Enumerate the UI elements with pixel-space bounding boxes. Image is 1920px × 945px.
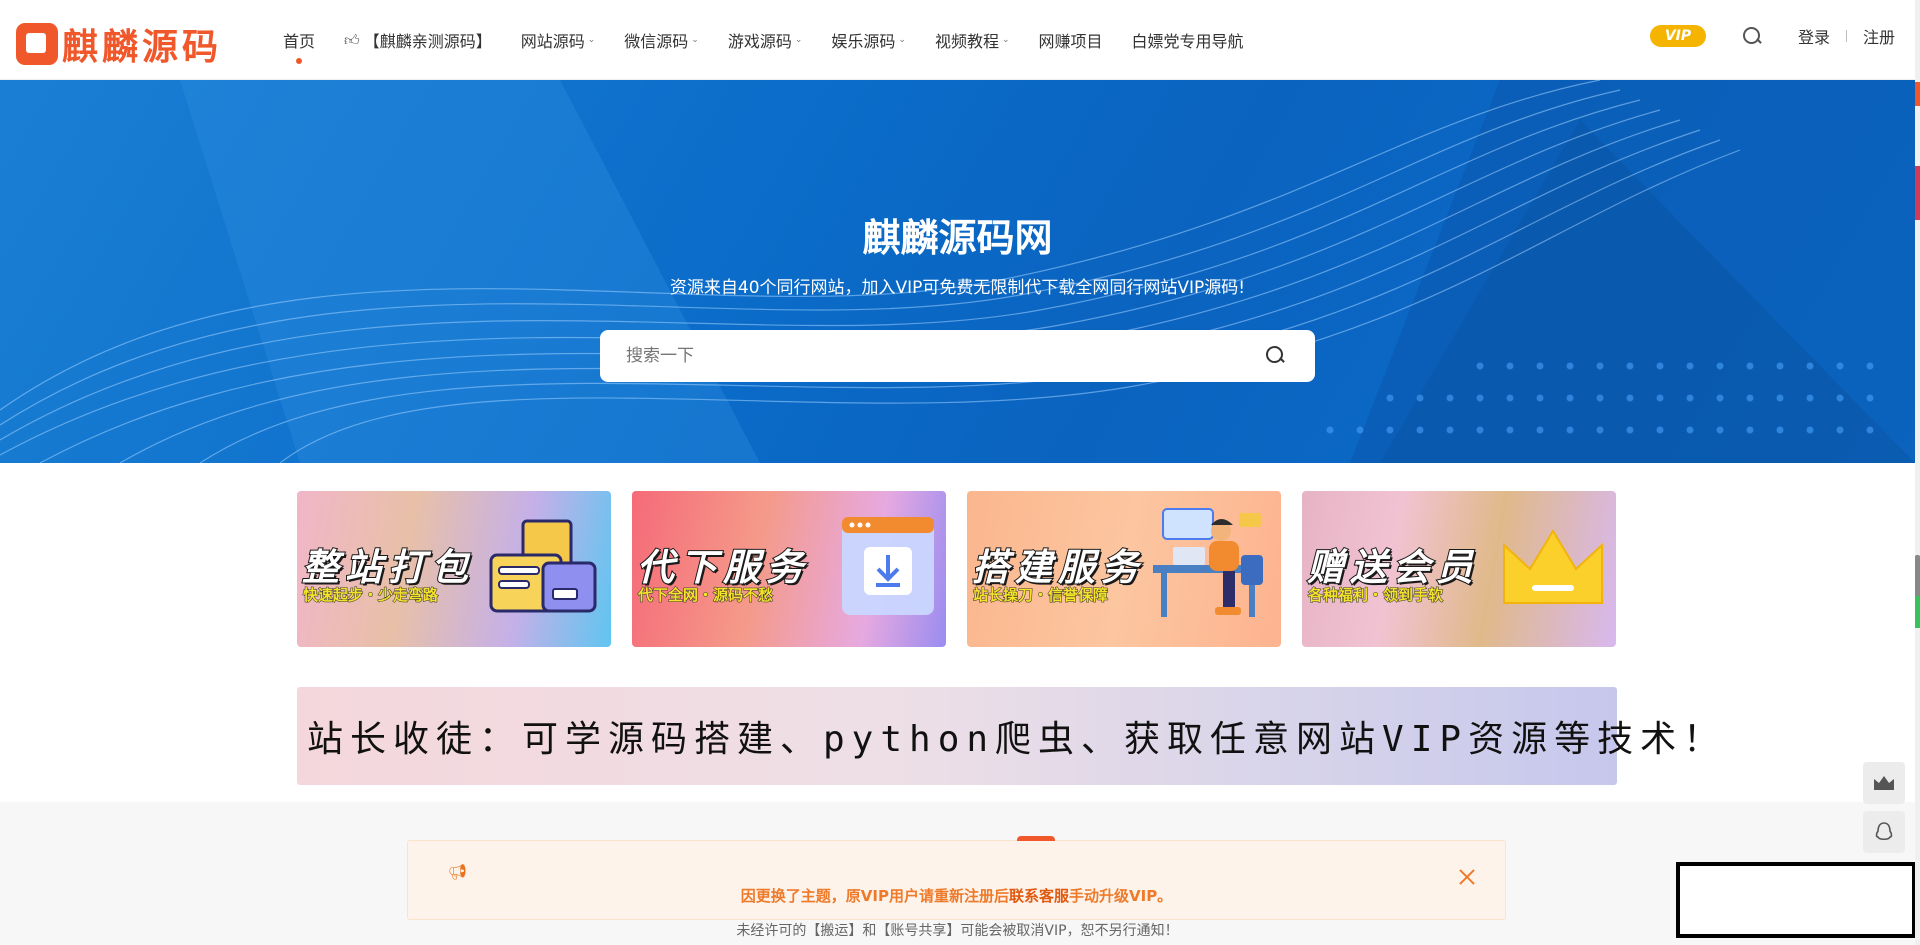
qq-float-button[interactable]	[1863, 811, 1905, 853]
nav-item-tested-source[interactable]: 👍︎ 【麒麟亲测源码】	[344, 28, 492, 52]
notice-bar: 📢︎ 因更换了主题，原VIP用户请重新注册后联系客服手动升级VIP。	[407, 836, 1506, 920]
search-icon[interactable]	[1265, 345, 1285, 365]
boxes-illustration	[489, 519, 597, 613]
hero-section: 麒麟源码网 资源来自40个同行网站，加入VIP可免费无限制代下载全网同行网站VI…	[0, 80, 1915, 463]
scroll-marker	[1915, 166, 1920, 220]
overlay-box	[1676, 862, 1916, 938]
search-input[interactable]	[626, 346, 1226, 366]
search-icon[interactable]	[1742, 26, 1762, 46]
vip-badge[interactable]: VIP	[1649, 25, 1706, 47]
login-link[interactable]: 登录	[1798, 24, 1830, 48]
chevron-down-icon: ⌄	[587, 35, 596, 45]
nav-item-website-source[interactable]: 网站源码 ⌄	[521, 28, 596, 52]
card-subtitle: 代下全网・源码不愁	[637, 586, 774, 605]
card-title: 整站打包	[301, 545, 474, 590]
divider	[1845, 30, 1847, 42]
nav-item-entertainment-source[interactable]: 娱乐源码 ⌄	[831, 28, 906, 52]
scroll-marker	[1915, 82, 1920, 106]
nav-label: 游戏源码	[727, 32, 792, 51]
crown-icon	[1874, 776, 1894, 790]
register-link[interactable]: 注册	[1863, 24, 1895, 48]
card-subtitle: 站长操刀・信誉保障	[972, 586, 1109, 605]
nav-item-video-tutorials[interactable]: 视频教程 ⌄	[935, 28, 1010, 52]
hero-title: 麒麟源码网	[862, 216, 1053, 260]
nav-label: 首页	[283, 32, 316, 51]
nav-label: 娱乐源码	[831, 32, 896, 51]
feature-card-setup-service[interactable]: 搭建服务 站长操刀・信誉保障	[967, 491, 1281, 647]
header-tools: VIP 登录 注册	[1649, 24, 1895, 48]
developer-at-desk-illustration	[1153, 508, 1263, 617]
card-title: 赠送会员	[1306, 545, 1479, 590]
nav-label: 网赚项目	[1038, 32, 1103, 51]
nav-label: 【麒麟亲测源码】	[363, 32, 492, 51]
logo-icon	[16, 23, 58, 65]
feature-card-gift-membership[interactable]: 赠送会员 各种福利・领到手软	[1302, 491, 1616, 647]
chevron-down-icon: ⌄	[898, 35, 906, 45]
scroll-marker	[1915, 596, 1920, 628]
card-subtitle: 各种福利・领到手软	[1307, 586, 1444, 605]
nav-item-game-source[interactable]: 游戏源码 ⌄	[728, 28, 803, 52]
megaphone-icon: 📢︎	[448, 863, 468, 881]
site-header: 麒麟源码 首页 👍︎ 【麒麟亲测源码】 网站源码 ⌄ 微信源码 ⌄ 游戏源码 ⌄ 娱乐源…	[0, 0, 1915, 80]
nav-item-earning-projects[interactable]: 网赚项目	[1039, 28, 1103, 52]
notice-text: 因更换了主题，原VIP用户请重新注册后联系客服手动升级VIP。	[408, 885, 1505, 906]
hero-subtitle: 资源来自40个同行网站，加入VIP可免费无限制代下载全网同行网站VIP源码!	[669, 278, 1246, 298]
thumbs-up-icon: 👍︎	[344, 30, 360, 49]
notice-text-suffix: 手动升级VIP。	[1069, 887, 1173, 905]
main-nav: 首页 👍︎ 【麒麟亲测源码】 网站源码 ⌄ 微信源码 ⌄ 游戏源码 ⌄ 娱乐源码 ⌄ 视频…	[283, 28, 1273, 64]
chevron-down-icon: ⌄	[794, 35, 803, 45]
contact-support-link[interactable]: 联系客服	[1009, 887, 1069, 905]
download-window-icon	[842, 517, 934, 615]
notice-text-prefix: 因更换了主题，原VIP用户请重新注册后	[740, 887, 1009, 905]
logo-text: 麒麟源码	[62, 27, 223, 68]
nav-label: 视频教程	[934, 32, 999, 51]
promo-banner[interactable]: 站长收徒：可学源码搭建、python爬虫、获取任意网站VIP资源等技术！	[297, 687, 1719, 785]
crown-icon	[1503, 529, 1603, 604]
hero-background-pattern	[0, 80, 1915, 463]
nav-label: 网站源码	[520, 32, 585, 51]
notice-tab	[1017, 836, 1055, 841]
nav-item-wechat-source[interactable]: 微信源码 ⌄	[624, 28, 699, 52]
footer-note: 未经许可的【搬运】和【账号共享】可能会被取消VIP，恕不另行通知！	[736, 923, 1179, 939]
nav-item-home[interactable]: 首页	[283, 28, 316, 64]
card-subtitle: 快速起步・少走弯路	[302, 586, 439, 605]
feature-cards: 整站打包 快速起步・少走弯路 代下服务 代下全网・源码不愁 搭建服务 站长操刀・…	[297, 491, 1616, 647]
qq-icon	[1875, 822, 1893, 841]
vip-float-button[interactable]	[1863, 762, 1905, 804]
chevron-down-icon: ⌄	[1001, 35, 1010, 45]
nav-label: 白嫖党专用导航	[1131, 32, 1244, 51]
chevron-down-icon: ⌄	[691, 35, 699, 45]
close-icon[interactable]	[1457, 867, 1477, 887]
feature-card-proxy-download[interactable]: 代下服务 代下全网・源码不愁	[632, 491, 946, 647]
card-title: 搭建服务	[971, 545, 1144, 590]
banner-text: 站长收徒：可学源码搭建、python爬虫、获取任意网站VIP资源等技术！	[307, 719, 1727, 760]
feature-card-site-package[interactable]: 整站打包 快速起步・少走弯路	[297, 491, 611, 647]
hero-search-box	[600, 330, 1315, 382]
nav-item-free-navigation[interactable]: 白嫖党专用导航	[1132, 28, 1244, 52]
site-logo[interactable]: 麒麟源码	[16, 18, 222, 70]
nav-label: 微信源码	[624, 32, 689, 51]
scrollbar[interactable]	[1915, 0, 1920, 945]
card-title: 代下服务	[636, 545, 809, 590]
